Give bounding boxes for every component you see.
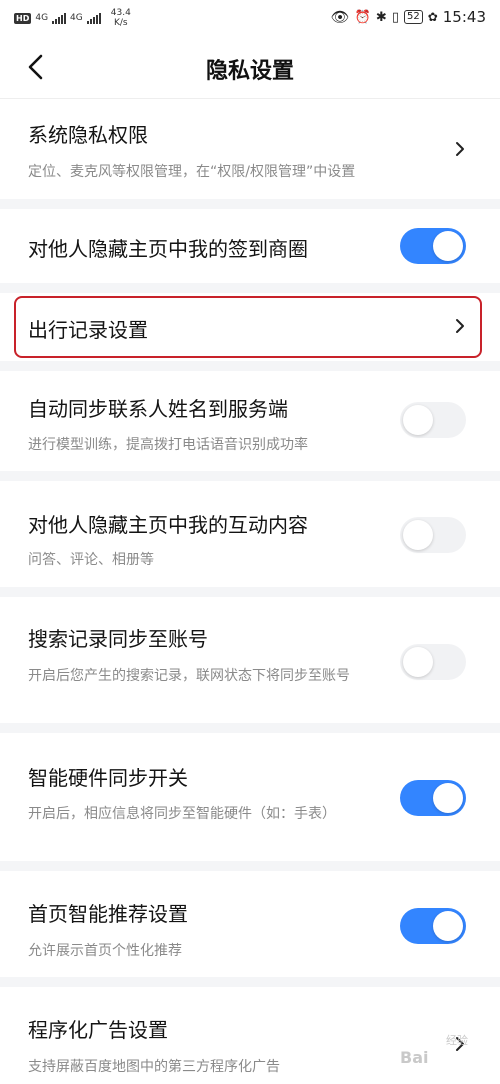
home-recommend-toggle[interactable] (400, 908, 466, 944)
setting-title: 系统隐私权限 (28, 123, 148, 147)
toggle-knob (403, 647, 433, 677)
chevron-right-icon (454, 317, 466, 335)
setting-subtitle: 允许展示首页个性化推荐 (28, 943, 182, 959)
hd-icon: HD (14, 12, 32, 24)
network-label-2: 4G (70, 12, 83, 23)
setting-subtitle: 开启后您产生的搜索记录，联网状态下将同步至账号 (28, 668, 350, 684)
toggle-knob (433, 911, 463, 941)
network-label: 4G (35, 12, 49, 23)
speed-value: 43.4 (110, 8, 131, 18)
setting-title: 出行记录设置 (28, 318, 148, 342)
leaf-icon: ✿ (427, 10, 438, 24)
sync-contacts-toggle[interactable] (400, 402, 466, 438)
setting-sync-contacts: 自动同步联系人姓名到服务端 进行模型训练，提高拨打电话语音识别成功率 (0, 371, 500, 471)
setting-travel-record[interactable]: 出行记录设置 (0, 293, 500, 361)
hide-checkin-toggle[interactable] (400, 228, 466, 264)
toggle-knob (433, 231, 463, 261)
setting-subtitle: 问答、评论、相册等 (28, 552, 154, 568)
search-sync-toggle[interactable] (400, 644, 466, 680)
toggle-knob (433, 783, 463, 813)
clock-time: 15:43 (442, 8, 486, 26)
setting-title: 自动同步联系人姓名到服务端 (28, 397, 288, 421)
setting-search-sync: 搜索记录同步至账号 开启后您产生的搜索记录，联网状态下将同步至账号 (0, 597, 500, 723)
signal-icon (52, 12, 67, 24)
setting-title: 程序化广告设置 (28, 1018, 168, 1042)
signal-icon-2 (86, 12, 101, 24)
setting-hide-interaction: 对他人隐藏主页中我的互动内容 问答、评论、相册等 (0, 481, 500, 587)
setting-hardware-sync: 智能硬件同步开关 开启后，相应信息将同步至智能硬件（如：手表） (0, 733, 500, 861)
network-speed: 43.4 K/s (111, 8, 131, 28)
toggle-knob (403, 405, 433, 435)
setting-subtitle: 定位、麦克风等权限管理，在“权限/权限管理”中设置 (28, 164, 356, 180)
toggle-knob (403, 520, 433, 550)
setting-subtitle: 进行模型训练，提高拨打电话语音识别成功率 (28, 437, 308, 453)
hardware-sync-toggle[interactable] (400, 780, 466, 816)
watermark-sub: 经验 (446, 1034, 468, 1047)
nav-bar: 隐私设置 (0, 36, 500, 99)
setting-home-recommend: 首页智能推荐设置 允许展示首页个性化推荐 (0, 871, 500, 977)
setting-title: 搜索记录同步至账号 (28, 627, 208, 651)
alarm-icon: ⏰ (354, 9, 371, 25)
hide-interaction-toggle[interactable] (400, 517, 466, 553)
status-right: 👁 ⏰ ✱ ▯ 52 ✿ 15:43 (331, 8, 486, 26)
vibrate-icon: ▯ (391, 9, 399, 25)
setting-subtitle: 支持屏蔽百度地图中的第三方程序化广告 (28, 1059, 280, 1075)
status-left: HD 4G 4G 43.4 K/s (14, 8, 131, 28)
setting-title: 首页智能推荐设置 (28, 902, 188, 926)
eye-icon: 👁 (330, 8, 350, 26)
speed-unit: K/s (113, 18, 128, 28)
setting-system-privacy[interactable]: 系统隐私权限 定位、麦克风等权限管理，在“权限/权限管理”中设置 (0, 99, 500, 199)
page-title: 隐私设置 (205, 59, 294, 84)
setting-title: 智能硬件同步开关 (28, 766, 188, 790)
setting-title: 对他人隐藏主页中我的互动内容 (28, 513, 308, 537)
bluetooth-icon: ✱ (375, 9, 387, 25)
setting-hide-checkin: 对他人隐藏主页中我的签到商圈 (0, 209, 500, 283)
setting-title: 对他人隐藏主页中我的签到商圈 (28, 237, 308, 261)
battery-icon: 52 (403, 10, 423, 24)
status-bar: HD 4G 4G 43.4 K/s 👁 ⏰ ✱ ▯ 52 ✿ 15:43 (0, 0, 500, 36)
baidu-watermark: Bai 经验 (400, 1032, 492, 1076)
setting-subtitle: 开启后，相应信息将同步至智能硬件（如：手表） (28, 806, 336, 822)
chevron-right-icon (454, 140, 466, 158)
watermark-text: Bai (400, 1048, 429, 1067)
